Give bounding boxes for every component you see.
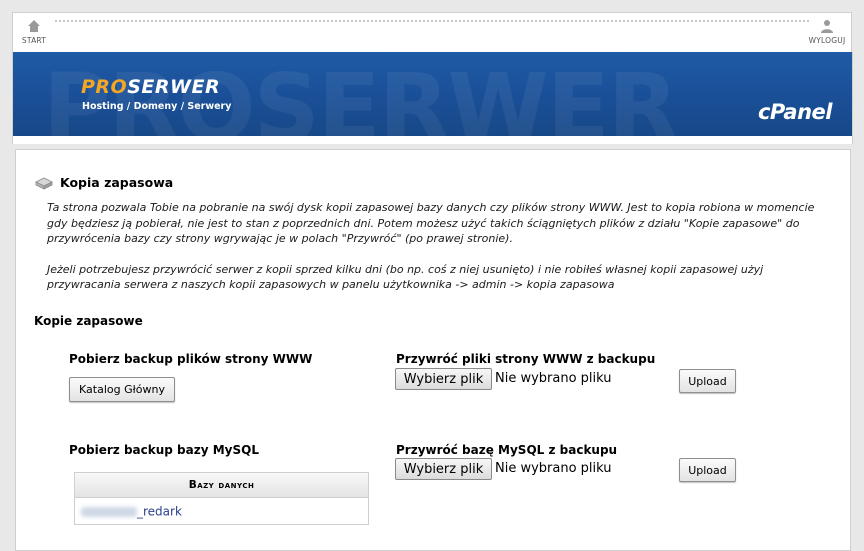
main-content: Kopia zapasowa Ta strona pozwala Tobie n…	[15, 149, 851, 551]
databases-table: Bazy danych _redark	[74, 472, 369, 525]
header-banner: PROSERWER PROSERWER Hosting / Domeny / S…	[12, 52, 853, 136]
page-description: Ta strona pozwala Tobie na pobranie na s…	[47, 200, 837, 308]
brand-logo[interactable]: PROSERWER	[81, 76, 220, 98]
files-restore-heading: Przywróć pliki strony WWW z backupu	[396, 352, 656, 366]
description-paragraph-2: Jeżeli potrzebujesz przywrócić serwer z …	[47, 262, 764, 292]
mysql-restore-heading: Przywróć bazę MySQL z backupu	[396, 443, 618, 457]
files-file-status: Nie wybrano pliku	[495, 371, 612, 386]
files-upload-button[interactable]: Upload	[679, 369, 736, 393]
database-row[interactable]: _redark	[75, 498, 368, 524]
brand-tagline: Hosting / Domeny / Serwery	[82, 101, 232, 112]
start-link[interactable]: START	[19, 19, 49, 45]
page-title: Kopia zapasowa	[60, 175, 174, 190]
cpanel-logo: cPanel	[757, 100, 833, 124]
files-download-heading: Pobierz backup plików strony WWW	[69, 352, 313, 366]
database-prefix-redacted	[81, 506, 137, 517]
database-name-link[interactable]: _redark	[137, 505, 182, 519]
files-choose-file-button[interactable]: Wybierz plik	[395, 368, 492, 390]
banner-bottom-strip	[12, 136, 853, 144]
description-paragraph-1: Ta strona pozwala Tobie na pobranie na s…	[47, 201, 815, 245]
mysql-choose-file-button[interactable]: Wybierz plik	[395, 458, 492, 480]
page-title-row: Kopia zapasowa	[34, 172, 173, 191]
logout-link[interactable]: WYLOGUJ	[807, 19, 847, 45]
nav-divider	[55, 20, 809, 22]
home-directory-button[interactable]: Katalog Główny	[69, 377, 175, 402]
brand-serwer: SERWER	[127, 76, 221, 98]
home-icon	[28, 20, 40, 32]
mysql-file-status: Nie wybrano pliku	[495, 461, 612, 476]
top-navigation: START WYLOGUJ	[12, 12, 852, 53]
databases-table-header: Bazy danych	[75, 473, 368, 498]
brand-pro: PRO	[81, 76, 128, 98]
logout-label: WYLOGUJ	[808, 36, 846, 45]
mysql-upload-button[interactable]: Upload	[679, 458, 736, 482]
section-title: Kopie zapasowe	[34, 314, 143, 328]
mysql-download-heading: Pobierz backup bazy MySQL	[69, 443, 259, 457]
backup-disk-icon	[35, 177, 53, 190]
user-icon	[821, 20, 833, 33]
start-label: START	[21, 36, 47, 45]
